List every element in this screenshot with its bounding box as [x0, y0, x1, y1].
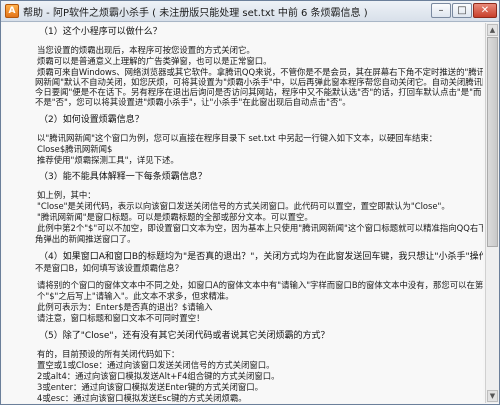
paragraph-line: "腾讯网新闻"是窗口标题。可以是烦霸标题的全部或部分文本。可以置空。 [37, 212, 313, 222]
paragraph-line: 烦霸可来自Windows、网络浏览器或其它软件。拿腾讯QQ来说，不管你是不是会员… [37, 67, 483, 77]
paragraph-line: 请将别的个窗口的窗体文本中不同之处，如窗口A的窗体文本中有"请输入"字样而窗口B… [37, 280, 483, 290]
vertical-scrollbar[interactable]: ▲ ▼ [485, 23, 499, 403]
paragraph-line: 2或alt4：通过向该窗口模拟发送Alt+F4组合键的方式关闭窗口。 [37, 371, 280, 381]
paragraph-line: 4或esc：通过向该窗口模拟发送Esc键的方式关闭烦霸。 [37, 393, 247, 403]
question-1: （1）这个小程序可以做什么？ [39, 27, 162, 37]
question-4-continued: 不是窗口B，如何填写该设置烦霸信息？ [35, 263, 184, 273]
scroll-up-arrow-icon[interactable]: ▲ [487, 24, 498, 36]
paragraph-line: 以"腾讯网新闻"这个窗口为例，您可以直接在程序目录下 set.txt 中另起一行… [37, 133, 438, 143]
question-4: （4）如果窗口A和窗口B的标题均为"是否真的退出？"，关闭方式均为在此窗发送回车… [39, 252, 483, 262]
paragraph-line: "Close"是关闭代码，表示以向该窗口发送关闭信号的方式关闭窗口。此代码可以置… [37, 201, 450, 211]
paragraph-line: 此例可表示为：Enter$是否真的退出？$请输入 [37, 302, 213, 312]
help-text-area[interactable]: （1）这个小程序可以做什么？ 当您设置的烦霸出现后，本程序可按您设置的方式关闭它… [3, 23, 483, 403]
app-icon: A [5, 4, 19, 18]
paragraph-line: 个"$"之后写上"请输入"。此文本不求多，但求精准。 [37, 291, 234, 301]
paragraph-line: 今日要闻"便是不在话下。另有程序在退出后询问是否访问其网站，程序中又不能默认选"… [35, 87, 482, 97]
paragraph-line: 3或enter：通过向该窗口模拟发送Enter键的方式关闭窗口。 [37, 382, 264, 392]
paragraph-line: 当您设置的烦霸出现后，本程序可按您设置的方式关闭它。 [37, 45, 255, 55]
paragraph-line: Close$腾讯网新闻$ [37, 144, 113, 154]
paragraph-line: 置空或1或Close：通过向该窗口发送关闭信号的方式关闭窗口。 [37, 360, 275, 370]
maximize-button[interactable]: □ [452, 3, 472, 18]
paragraph-line: 烦霸可以是普通意义上理解的广告类弹窗，也可以是正常窗口。 [37, 56, 272, 66]
paragraph-line: 此例中第2个"$"可以不加空，即设置窗口文本为空，因为基本上只使用"腾讯网新闻"… [37, 223, 483, 233]
paragraph-line: 网新闻"默认不自动关闭，如您厌烦，可将其设置为"烦霸小杀手"中，以后再弹此窗本程… [35, 77, 483, 87]
question-2: （2）如何设置烦霸信息？ [39, 115, 144, 125]
paragraph-line: 请注意，窗口标题和窗口文本不可同时置空！ [37, 313, 205, 323]
paragraph-line: 如上例，其中： [37, 190, 96, 200]
scrollbar-thumb[interactable] [487, 37, 498, 247]
question-3: （3）能不能具体解释一下每条烦霸信息？ [39, 172, 207, 182]
minimize-button[interactable]: – [431, 3, 451, 18]
help-window: A 帮助 - 阿P软件之烦霸小杀手 ( 未注册版只能处理 set.txt 中前 … [0, 0, 500, 405]
scroll-down-arrow-icon[interactable]: ▼ [487, 390, 498, 402]
close-button[interactable]: ✕ [473, 3, 497, 18]
paragraph-line: 推荐使用"烦霸探测工具"，详见下述。 [37, 155, 179, 165]
title-bar[interactable]: A 帮助 - 阿P软件之烦霸小杀手 ( 未注册版只能处理 set.txt 中前 … [1, 1, 499, 22]
paragraph-line: 有的，目前预设的所有关闭代码如下： [37, 349, 180, 359]
paragraph-line: 不是"否"，您可以将其设置进"烦霸小杀手"，让"小杀手"在此窗出现后自动点击"否… [35, 97, 351, 107]
window-title: 帮助 - 阿P软件之烦霸小杀手 ( 未注册版只能处理 set.txt 中前 6 … [23, 8, 368, 19]
question-5: （5）除了"Close"，还有没有其它关闭代码或者说其它关闭烦霸的方式？ [39, 331, 330, 341]
paragraph-line: 角弹出的新闻推送窗口了。 [35, 234, 136, 244]
